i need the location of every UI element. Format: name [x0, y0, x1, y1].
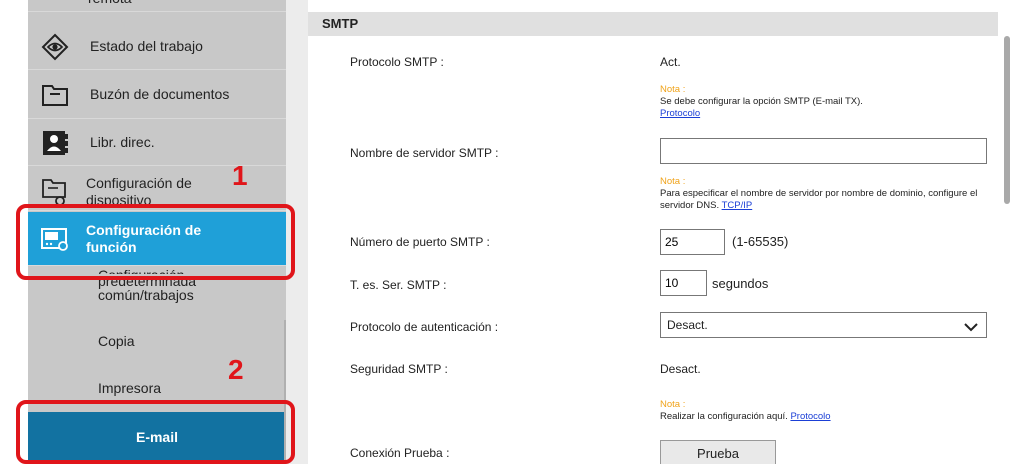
device-settings-icon	[40, 175, 70, 205]
sidebar-item-remota[interactable]: remota	[28, 0, 286, 12]
subitem-label: Impresora	[98, 380, 162, 396]
eye-icon	[40, 32, 70, 62]
test-button[interactable]: Prueba	[660, 440, 776, 464]
address-book-icon	[40, 128, 70, 158]
smtp-timeout-unit: segundos	[712, 276, 769, 291]
sidebar-item-label: Libr. direc.	[90, 134, 155, 150]
note-smtp: Nota : Se debe configurar la opción SMTP…	[660, 84, 980, 120]
sidebar-item-label: remota	[28, 0, 132, 7]
subitem-line3: común/trabajos	[98, 287, 194, 303]
callout-number-2: 2	[228, 354, 244, 385]
smtp-port-label: Número de puerto SMTP :	[350, 235, 490, 249]
sidebar-subitem-copia[interactable]: Copia	[28, 334, 286, 348]
smtp-timeout-input[interactable]	[660, 270, 707, 296]
smtp-protocol-value: Act.	[660, 55, 681, 69]
smtp-security-value: Desact.	[660, 362, 701, 376]
callout-number-1: 1	[232, 160, 248, 191]
callout-box-2	[16, 400, 295, 464]
callout-box-1	[16, 204, 295, 280]
auth-protocol-select[interactable]: Desact.	[660, 312, 987, 338]
sidebar-item-job-status[interactable]: Estado del trabajo	[28, 24, 286, 70]
smtp-server-label: Nombre de servidor SMTP :	[350, 146, 499, 160]
protocol-link[interactable]: Protocolo	[660, 108, 700, 119]
smtp-port-input[interactable]	[660, 229, 725, 255]
note-dns: Nota : Para especificar el nombre de ser…	[660, 176, 980, 212]
note-text: Para especificar el nombre de servidor p…	[660, 188, 978, 211]
note-title: Nota :	[660, 176, 686, 187]
smtp-security-label: Seguridad SMTP :	[350, 362, 448, 376]
tcpip-link[interactable]: TCP/IP	[722, 200, 753, 211]
folder-icon	[40, 80, 70, 110]
smtp-server-input[interactable]	[660, 138, 987, 164]
note-title: Nota :	[660, 84, 686, 95]
test-connection-label: Conexión Prueba :	[350, 446, 450, 460]
sidebar-item-label: Estado del trabajo	[90, 38, 203, 54]
smtp-port-range: (1-65535)	[732, 234, 789, 249]
sidebar-subitem-impresora[interactable]: Impresora	[28, 381, 286, 395]
subitem-label: Copia	[98, 333, 135, 349]
note-text: Realizar la configuración aquí.	[660, 411, 788, 422]
sidebar-item-label: Buzón de documentos	[90, 86, 230, 102]
section-header: SMTP	[308, 12, 998, 36]
auth-protocol-selected: Desact.	[667, 318, 708, 332]
protocol-link[interactable]: Protocolo	[790, 411, 830, 422]
scrollbar[interactable]	[1004, 36, 1010, 204]
chevron-down-icon	[964, 318, 978, 332]
note-text: Se debe configurar la opción SMTP (E-mai…	[660, 96, 863, 107]
note-title: Nota :	[660, 399, 686, 410]
smtp-timeout-label: T. es. Ser. SMTP :	[350, 278, 447, 292]
smtp-protocol-label: Protocolo SMTP :	[350, 55, 444, 69]
sidebar-item-document-box[interactable]: Buzón de documentos	[28, 71, 286, 119]
auth-protocol-label: Protocolo de autenticación :	[350, 320, 499, 334]
note-config: Nota : Realizar la configuración aquí. P…	[660, 399, 980, 423]
main-content: SMTP Protocolo SMTP : Act. Nota : Se deb…	[308, 0, 1011, 464]
